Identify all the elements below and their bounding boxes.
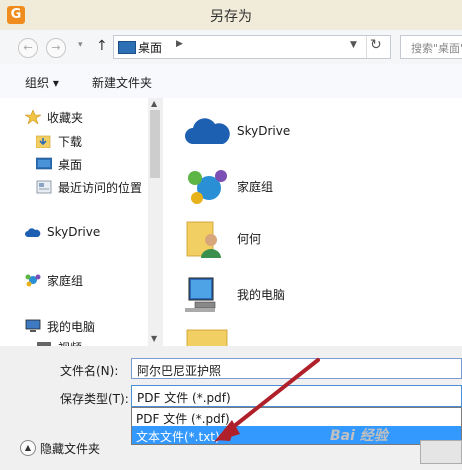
breadcrumb-desktop[interactable]: 桌面 [138,39,162,56]
desktop-folder-icon [118,41,136,54]
sidebar-label: 我的电脑 [47,320,96,334]
list-item-homegroup[interactable]: 家庭组 [183,166,433,206]
option-txt[interactable]: 文本文件(*.txt) [132,426,461,444]
up-arrow-icon[interactable]: ↑ [96,38,108,54]
scroll-thumb[interactable] [150,110,160,178]
chevron-down-icon[interactable]: ▼ [350,40,357,50]
new-folder-button[interactable]: 新建文件夹 [92,74,152,91]
option-label: PDF 文件 (*.pdf) [136,412,230,426]
chevron-right-icon[interactable]: ▶ [176,39,183,49]
toolbar: 组织 ▾ 新建文件夹 [0,64,462,99]
sidebar-label: 桌面 [58,158,83,172]
computer-icon [25,319,41,332]
address-row: ← → ▾ ↑ 桌面 ▶ ▼ ↻ 搜索"桌面" [0,30,462,64]
skydrive-cloud-icon [185,118,230,144]
recent-dropdown-icon[interactable]: ▾ [78,40,83,50]
filetype-dropdown-list: PDF 文件 (*.pdf) 文本文件(*.txt) [131,407,462,445]
sidebar-label: 家庭组 [47,274,84,288]
title-bar: G 另存为 [0,0,462,30]
file-list: SkyDrive 家庭组 何何 我的电脑 [163,98,462,346]
refresh-icon[interactable]: ↻ [370,37,382,53]
save-button[interactable] [420,440,462,464]
search-input[interactable]: 搜索"桌面" [400,35,462,59]
window-title: 另存为 [210,9,252,25]
list-item-folder[interactable] [183,326,433,346]
user-folder-icon [186,221,221,258]
file-label: 何何 [237,232,262,246]
scroll-up-icon[interactable]: ▲ [151,99,157,108]
homegroup-icon [188,170,227,204]
desktop-icon [36,157,52,170]
watermark: Bai 经验 [330,428,388,444]
sidebar-label: 下载 [58,135,83,149]
navigation-pane: 收藏夹 下载 桌面 最近访问的位置 SkyDrive 家庭组 我的电脑 [0,98,162,346]
filename-label: 文件名(N): [60,364,119,378]
option-pdf[interactable]: PDF 文件 (*.pdf) [132,408,461,426]
list-item-user-folder[interactable]: 何何 [183,218,433,258]
computer-icon [185,277,216,312]
filename-input[interactable]: 阿尔巴尼亚护照 [131,358,462,379]
sidebar-label: 最近访问的位置 [58,181,143,195]
sidebar-label: 视频 [58,339,82,346]
filetype-select[interactable]: PDF 文件 (*.pdf) [131,385,462,407]
filename-value: 阿尔巴尼亚护照 [137,364,222,378]
sidebar-label: 收藏夹 [47,111,84,125]
scroll-down-icon[interactable]: ▼ [151,334,157,343]
address-bar[interactable]: 桌面 ▶ ▼ ↻ [113,35,391,59]
homegroup-icon [25,274,41,287]
file-label: SkyDrive [237,124,291,138]
option-label: 文本文件(*.txt) [136,430,220,444]
filetype-value: PDF 文件 (*.pdf) [137,391,231,405]
list-item-skydrive[interactable]: SkyDrive [183,112,433,152]
star-icon [25,110,41,124]
sidebar-label: SkyDrive [47,225,101,239]
organize-button[interactable]: 组织 ▾ [25,74,59,91]
list-item-computer[interactable]: 我的电脑 [183,274,433,314]
downloads-folder-icon [36,135,51,148]
divider [366,36,367,58]
filetype-label: 保存类型(T): [60,392,129,406]
back-button[interactable]: ← [18,38,38,58]
cloud-icon [25,228,41,237]
search-placeholder: 搜索"桌面" [411,42,462,55]
file-label: 我的电脑 [237,288,286,302]
folder-icon [186,329,228,346]
sidebar-scrollbar[interactable]: ▲ ▼ [148,98,162,346]
forward-button[interactable]: → [46,38,66,58]
recent-places-icon [36,180,52,194]
chevron-up-icon: ▲ [20,440,36,456]
hide-folders-label: 隐藏文件夹 [40,442,101,456]
file-label: 家庭组 [237,180,274,194]
